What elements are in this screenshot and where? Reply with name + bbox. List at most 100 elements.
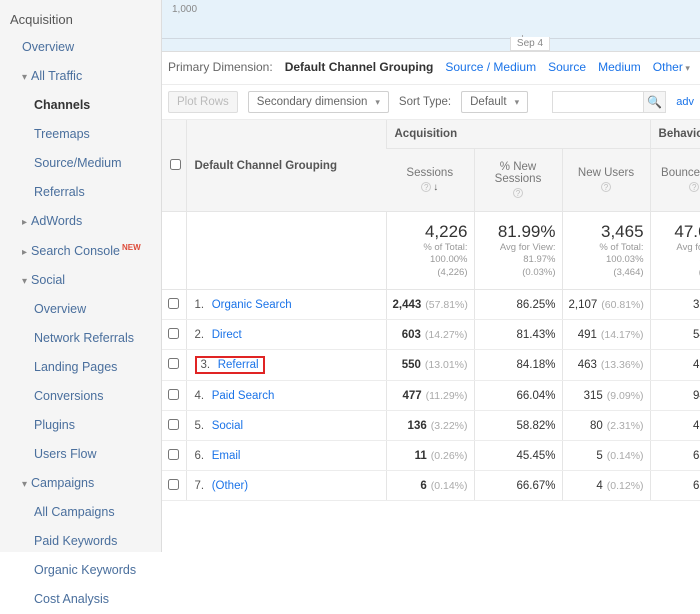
- select-all-checkbox[interactable]: [170, 159, 181, 170]
- sidebar-item-label: Channels: [34, 98, 90, 112]
- help-icon[interactable]: ?: [421, 182, 431, 192]
- sidebar-item-adwords[interactable]: AdWords: [0, 207, 161, 236]
- secondary-dimension-select[interactable]: Secondary dimension: [248, 91, 389, 113]
- dimension-header[interactable]: Default Channel Grouping: [186, 120, 386, 212]
- cell-sessions: 136(3.22%): [386, 411, 474, 441]
- channel-link[interactable]: Direct: [212, 329, 242, 341]
- sidebar-item-label: Paid Keywords: [34, 534, 117, 548]
- row-checkbox[interactable]: [168, 358, 179, 369]
- dim-link-other[interactable]: Other: [653, 60, 690, 74]
- dimension-cell: 4. Paid Search: [186, 381, 386, 411]
- sidebar-item-source-medium[interactable]: Source/Medium: [0, 149, 161, 178]
- cell-bounce: 54.89%: [650, 320, 700, 350]
- sidebar-item-label: Campaigns: [31, 476, 94, 490]
- search-button[interactable]: 🔍: [643, 92, 665, 112]
- sidebar-item-label: All Traffic: [31, 69, 82, 83]
- row-checkbox[interactable]: [168, 479, 179, 490]
- row-checkbox[interactable]: [168, 298, 179, 309]
- col-pct-new[interactable]: % New Sessions?: [474, 149, 562, 212]
- sidebar-item-organic-keywords[interactable]: Organic Keywords: [0, 556, 161, 585]
- cell-new-users: 5(0.14%): [562, 441, 650, 471]
- search-input[interactable]: [553, 92, 643, 112]
- channel-link[interactable]: Organic Search: [212, 299, 292, 311]
- sidebar-item-label: Overview: [22, 40, 74, 54]
- row-checkbox[interactable]: [168, 419, 179, 430]
- table-row: 5. Social136(3.22%)58.82%80(2.31%)41.18%: [162, 411, 700, 441]
- summary-row: 4,226 % of Total: 100.00% (4,226) 81.99%…: [162, 212, 700, 290]
- channel-link[interactable]: Social: [212, 420, 243, 432]
- summary-new-users: 3,465 % of Total: 100.03% (3,464): [562, 212, 650, 290]
- dim-link-source[interactable]: Source: [548, 60, 586, 74]
- channel-link[interactable]: Email: [212, 450, 241, 462]
- sort-type-select[interactable]: Default: [461, 91, 528, 113]
- cell-pct-new: 45.45%: [474, 441, 562, 471]
- sidebar-item-users-flow[interactable]: Users Flow: [0, 440, 161, 469]
- dimension-cell: 1. Organic Search: [186, 290, 386, 320]
- cell-bounce: 41.18%: [650, 411, 700, 441]
- sidebar-item-treemaps[interactable]: Treemaps: [0, 120, 161, 149]
- sidebar-item-overview[interactable]: Overview: [0, 33, 161, 62]
- cell-sessions: 11(0.26%): [386, 441, 474, 471]
- cell-sessions: 550(13.01%): [386, 350, 474, 381]
- help-icon[interactable]: ?: [601, 182, 611, 192]
- table-row: 2. Direct603(14.27%)81.43%491(14.17%)54.…: [162, 320, 700, 350]
- cell-new-users: 4(0.12%): [562, 471, 650, 501]
- cell-new-users: 491(14.17%): [562, 320, 650, 350]
- col-bounce[interactable]: Bounce Rate?: [650, 149, 700, 212]
- channel-link[interactable]: Paid Search: [212, 390, 275, 402]
- sidebar-item-plugins[interactable]: Plugins: [0, 411, 161, 440]
- sidebar-item-label: Treemaps: [34, 127, 90, 141]
- row-checkbox[interactable]: [168, 328, 179, 339]
- cell-sessions: 2,443(57.81%): [386, 290, 474, 320]
- table-toolbar: Plot Rows Secondary dimension Sort Type:…: [162, 85, 700, 120]
- sidebar-item-label: Cost Analysis: [34, 592, 109, 606]
- channel-link[interactable]: Referral: [218, 359, 259, 371]
- sidebar-item-search-console[interactable]: Search ConsoleNEW: [0, 236, 161, 266]
- sidebar-item-cost-analysis[interactable]: Cost Analysis: [0, 585, 161, 614]
- cell-pct-new: 86.25%: [474, 290, 562, 320]
- table-row: 4. Paid Search477(11.29%)66.04%315(9.09%…: [162, 381, 700, 411]
- sidebar-item-overview[interactable]: Overview: [0, 295, 161, 324]
- sidebar-item-campaigns[interactable]: Campaigns: [0, 469, 161, 498]
- chevron-down-icon: [22, 273, 31, 287]
- new-badge: NEW: [122, 243, 141, 252]
- sidebar: Acquisition Overview All Traffic Channels T…: [0, 0, 162, 552]
- sidebar-item-label: Plugins: [34, 418, 75, 432]
- sidebar-item-conversions[interactable]: Conversions: [0, 382, 161, 411]
- sidebar-item-label: Organic Keywords: [34, 563, 136, 577]
- primary-dimension-active[interactable]: Default Channel Grouping: [285, 60, 434, 74]
- sidebar-section-acquisition[interactable]: Acquisition: [0, 6, 161, 33]
- sidebar-item-label: Social: [31, 273, 65, 287]
- search-box: 🔍: [552, 91, 666, 113]
- row-checkbox[interactable]: [168, 389, 179, 400]
- row-checkbox[interactable]: [168, 449, 179, 460]
- table-row: 1. Organic Search2,443(57.81%)86.25%2,10…: [162, 290, 700, 320]
- sidebar-item-label: Search Console: [31, 244, 120, 258]
- dim-link-medium[interactable]: Medium: [598, 60, 641, 74]
- table-row: 6. Email11(0.26%)45.45%5(0.14%)63.64%: [162, 441, 700, 471]
- sidebar-item-all-traffic[interactable]: All Traffic: [0, 62, 161, 91]
- sidebar-item-landing-pages[interactable]: Landing Pages: [0, 353, 161, 382]
- help-icon[interactable]: ?: [689, 182, 699, 192]
- col-new-users[interactable]: New Users?: [562, 149, 650, 212]
- main: 1,000 Sep 4 Primary Dimension: Default C…: [162, 0, 700, 552]
- dimension-cell: 7. (Other): [186, 471, 386, 501]
- sidebar-item-network-referrals[interactable]: Network Referrals: [0, 324, 161, 353]
- sidebar-list: Overview All Traffic Channels Treemaps Sourc…: [0, 33, 161, 614]
- sidebar-item-channels[interactable]: Channels: [0, 91, 161, 120]
- col-sessions[interactable]: Sessions?↓: [386, 149, 474, 212]
- chevron-down-icon: [22, 476, 31, 490]
- help-icon[interactable]: ?: [513, 188, 523, 198]
- plot-rows-button: Plot Rows: [168, 91, 238, 113]
- summary-pct-new: 81.99% Avg for View: 81.97% (0.03%): [474, 212, 562, 290]
- sidebar-item-referrals[interactable]: Referrals: [0, 178, 161, 207]
- advanced-link[interactable]: adv: [676, 96, 694, 108]
- dimension-cell: 3. Referral: [186, 350, 386, 381]
- sidebar-item-social[interactable]: Social: [0, 266, 161, 295]
- sidebar-item-all-campaigns[interactable]: All Campaigns: [0, 498, 161, 527]
- cell-sessions: 6(0.14%): [386, 471, 474, 501]
- chevron-right-icon: [22, 244, 31, 258]
- dim-link-source-medium[interactable]: Source / Medium: [445, 60, 536, 74]
- channel-link[interactable]: (Other): [212, 480, 248, 492]
- cell-bounce: 94.76%: [650, 381, 700, 411]
